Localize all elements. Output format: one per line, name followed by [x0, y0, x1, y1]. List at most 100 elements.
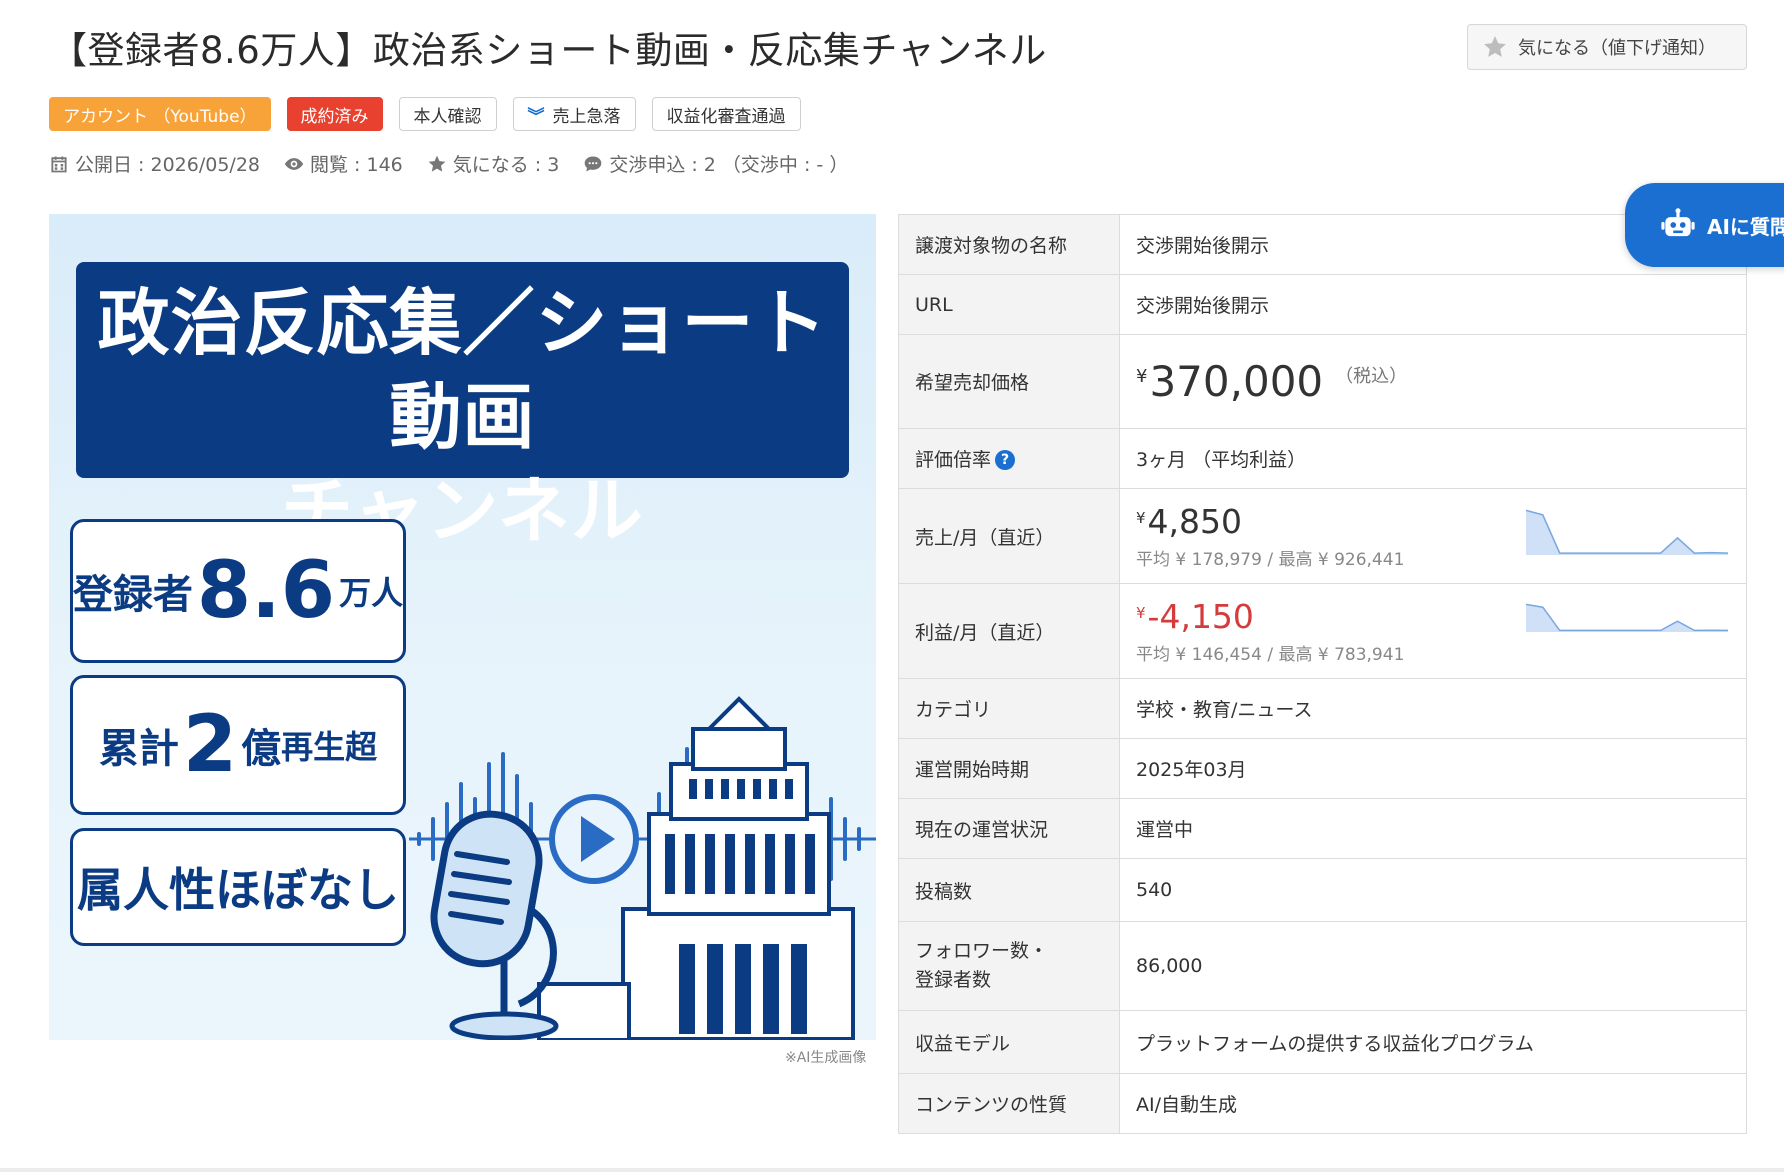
spec-row-name: 譲渡対象物の名称 交渉開始後開示 [898, 214, 1747, 275]
spec-value: 86,000 [1119, 921, 1747, 1011]
hero-box3-text: 属人性ほぼなし [77, 863, 399, 917]
hero-box1-post: 万人 [339, 574, 404, 612]
spec-value: 2025年03月 [1119, 738, 1747, 799]
sales-value: 4,850 [1147, 502, 1243, 541]
meta-published: 公開日 : 2026/05/28 [49, 150, 260, 177]
meta-favorites: 気になる : 3 [427, 150, 560, 177]
price-currency: ¥ [1136, 366, 1148, 387]
spec-label: 登録者数 [915, 969, 992, 991]
price-tax-note: （税込） [1335, 366, 1408, 387]
spec-row-category: カテゴリ 学校・教育/ニュース [898, 678, 1747, 739]
hero-box2-post: 再生超 [281, 728, 378, 766]
spec-label: フォロワー数・ [915, 940, 1049, 962]
listing-spec-table: 譲渡対象物の名称 交渉開始後開示 URL 交渉開始後開示 希望売却価格 ¥370… [898, 214, 1747, 1134]
spec-label-followers: フォロワー数・ 登録者数 [898, 921, 1120, 1011]
hero-box1-num: 8.6 [196, 546, 336, 636]
tag-list: アカウント （YouTube） 成約済み 本人確認 ︾ 売上急落 収益化審査通過 [49, 97, 817, 131]
tag-sales-drop-label: 売上急落 [552, 106, 621, 127]
hero-subscriber-box: 登録者 8.6 万人 [70, 519, 406, 663]
spec-label: 売上/月（直近） [898, 488, 1120, 584]
tag-sales-drop: ︾ 売上急落 [512, 97, 636, 131]
spec-row-followers: フォロワー数・ 登録者数 86,000 [898, 921, 1747, 1011]
spec-label: 希望売却価格 [898, 334, 1120, 429]
help-icon[interactable]: ? [995, 450, 1016, 470]
meta-negotiations-text: 交渉申込 : 2 （交渉中 : - ） [609, 154, 849, 176]
hero-box2-pre: 累計 [98, 726, 179, 772]
meta-views-text: 閲覧 : 146 [310, 154, 403, 176]
spec-label: 譲渡対象物の名称 [898, 214, 1120, 275]
ai-question-button-label: AIに質問 [1707, 214, 1784, 239]
star-icon [428, 155, 446, 172]
star-icon [1484, 36, 1506, 57]
profit-summary: 平均 ¥ 146,454 / 最高 ¥ 783,941 [1136, 645, 1405, 665]
hero-box1-pre: 登録者 [72, 572, 193, 618]
spec-value: 学校・教育/ニュース [1119, 678, 1747, 739]
spec-row-status: 現在の運営状況 運営中 [898, 798, 1747, 859]
hero-ownership-box: 属人性ほぼなし [70, 828, 406, 946]
spec-row-revenue-model: 収益モデル プラットフォームの提供する収益化プログラム [898, 1010, 1747, 1074]
spec-label: 収益モデル [898, 1010, 1120, 1074]
hero-views-box: 累計 2 億再生超 [70, 675, 406, 815]
spec-value: 交渉開始後開示 [1119, 274, 1747, 335]
tag-status: 成約済み [286, 97, 383, 131]
meta-negotiations: 交渉申込 : 2 （交渉中 : - ） [583, 150, 848, 177]
spec-label: URL [898, 274, 1120, 335]
profit-sparkline [1526, 603, 1728, 632]
microphone-parliament-illustration [409, 696, 876, 1040]
sparkline-line [1526, 509, 1728, 554]
ai-question-button[interactable]: AIに質問 [1625, 183, 1784, 267]
robot-icon [1661, 208, 1695, 237]
hero-box2-num: 2 [182, 700, 238, 790]
sparkline-area [1526, 510, 1728, 555]
spec-label: 投稿数 [898, 858, 1120, 922]
spec-label: 運営開始時期 [898, 738, 1120, 799]
sparkline-area [1526, 604, 1728, 632]
spec-row-content: コンテンツの性質 AI/自動生成 [898, 1073, 1747, 1134]
spec-row-url: URL 交渉開始後開示 [898, 274, 1747, 335]
tag-identity-verified: 本人確認 [398, 97, 497, 131]
spec-row-posts: 投稿数 540 [898, 858, 1747, 922]
meta-favorites-text: 気になる : 3 [452, 154, 560, 176]
hero-banner: 政治反応集／ショート動画 チャンネル [76, 262, 849, 553]
spec-value: 3ヶ月 （平均利益） [1119, 428, 1747, 489]
spec-label: 現在の運営状況 [898, 798, 1120, 859]
listing-meta: 公開日 : 2026/05/28 閲覧 : 146 気になる : 3 交渉申込 … [49, 150, 872, 177]
spec-row-price: 希望売却価格 ¥370,000 （税込） [898, 334, 1747, 429]
listing-hero-image: 政治反応集／ショート動画 チャンネル 登録者 8.6 万人 累計 2 億再生超 属人性ほ… [49, 214, 876, 1040]
page-divider [0, 1168, 1784, 1172]
spec-value: 運営中 [1119, 798, 1747, 859]
double-chevron-down-icon: ︾ [527, 106, 545, 127]
profit-value: -4,150 [1147, 597, 1254, 636]
spec-label: 利益/月（直近） [898, 583, 1120, 679]
hero-image-caption: ※AI生成画像 [785, 1050, 867, 1066]
profit-currency: ¥ [1136, 604, 1146, 622]
price-value: 370,000 [1149, 357, 1324, 406]
spec-value-sales: ¥4,850 平均 ¥ 178,979 / 最高 ¥ 926,441 [1119, 488, 1747, 584]
page-title: 【登録者8.6万人】政治系ショート動画・反応集チャンネル [50, 29, 1047, 72]
spec-label: カテゴリ [898, 678, 1120, 739]
spec-value: AI/自動生成 [1119, 1073, 1747, 1134]
spec-value: 540 [1119, 858, 1747, 922]
spec-label: コンテンツの性質 [898, 1073, 1120, 1134]
sales-currency: ¥ [1136, 509, 1146, 527]
hero-banner-line1: 政治反応集／ショート動画 [97, 281, 828, 459]
tag-monetized: 収益化審査通過 [651, 97, 801, 131]
spec-label: 評価倍率 [915, 449, 992, 471]
meta-views: 閲覧 : 146 [284, 150, 403, 177]
eye-icon [284, 157, 304, 170]
sales-sparkline [1526, 509, 1728, 555]
spec-row-profit: 利益/月（直近） ¥-4,150 平均 ¥ 146,454 / 最高 ¥ 783… [898, 583, 1747, 679]
meta-published-text: 公開日 : 2026/05/28 [75, 154, 260, 176]
tag-account-type: アカウント （YouTube） [49, 97, 271, 131]
favorite-button[interactable]: 気になる（値下げ通知） [1467, 24, 1747, 70]
spec-value-profit: ¥-4,150 平均 ¥ 146,454 / 最高 ¥ 783,941 [1119, 583, 1747, 679]
spec-value: プラットフォームの提供する収益化プログラム [1119, 1010, 1747, 1074]
comment-icon [584, 156, 602, 171]
hero-box2-mid: 億 [241, 726, 282, 772]
spec-label-multiple: 評価倍率? [898, 428, 1120, 489]
spec-row-sales: 売上/月（直近） ¥4,850 平均 ¥ 178,979 / 最高 ¥ 926,… [898, 488, 1747, 584]
spec-value-price: ¥370,000 （税込） [1119, 334, 1747, 429]
spec-row-multiple: 評価倍率? 3ヶ月 （平均利益） [898, 428, 1747, 489]
favorite-button-label: 気になる（値下げ通知） [1518, 38, 1716, 59]
sparkline-line [1526, 603, 1728, 632]
